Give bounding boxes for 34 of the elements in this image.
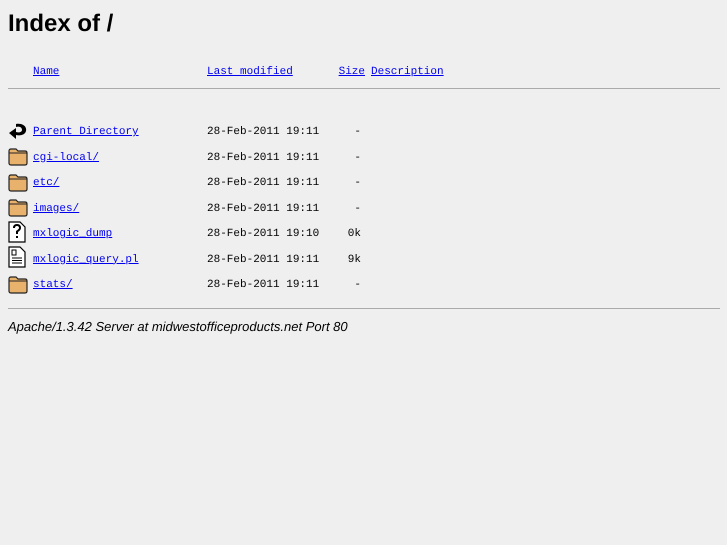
file-link[interactable]: images/ xyxy=(33,200,80,217)
column-header-link[interactable]: Last modified xyxy=(207,64,293,80)
folder-icon xyxy=(8,174,28,192)
modified-date: 28-Feb-2011 19:11 xyxy=(207,278,320,293)
file-size: 9k xyxy=(348,252,361,268)
column-header-link[interactable]: Description xyxy=(371,64,444,80)
page-title: Index of / xyxy=(8,12,114,36)
modified-date: 28-Feb-2011 19:11 xyxy=(207,125,320,140)
question-document-icon xyxy=(8,220,26,242)
text-document-icon xyxy=(8,246,26,268)
file-size: - xyxy=(354,278,361,293)
file-link[interactable]: etc/ xyxy=(33,175,60,192)
modified-date: 28-Feb-2011 19:11 xyxy=(207,202,320,216)
column-header-link[interactable]: Size xyxy=(338,64,365,80)
file-size: 0k xyxy=(348,227,361,242)
folder-icon xyxy=(8,199,28,217)
folder-icon xyxy=(8,276,28,294)
file-link[interactable]: stats/ xyxy=(33,277,73,294)
folder-icon xyxy=(8,148,28,166)
file-size: - xyxy=(354,125,361,140)
file-link[interactable]: mxlogic_dump xyxy=(33,226,112,242)
file-size: - xyxy=(354,176,361,191)
file-size: - xyxy=(354,202,361,216)
server-signature: Apache/1.3.42 Server at midwestofficeproducts.net Port 80 xyxy=(8,318,348,336)
return-arrow-icon xyxy=(8,122,28,140)
column-header-link[interactable]: Name xyxy=(33,64,60,80)
file-link[interactable]: Parent Directory xyxy=(33,124,139,140)
file-link[interactable]: mxlogic_query.pl xyxy=(33,252,139,268)
file-size: - xyxy=(354,150,361,166)
modified-date: 28-Feb-2011 19:10 xyxy=(207,227,320,242)
modified-date: 28-Feb-2011 19:11 xyxy=(207,150,320,166)
modified-date: 28-Feb-2011 19:11 xyxy=(207,176,320,191)
file-link[interactable]: cgi-local/ xyxy=(33,150,100,166)
modified-date: 28-Feb-2011 19:11 xyxy=(207,252,320,268)
